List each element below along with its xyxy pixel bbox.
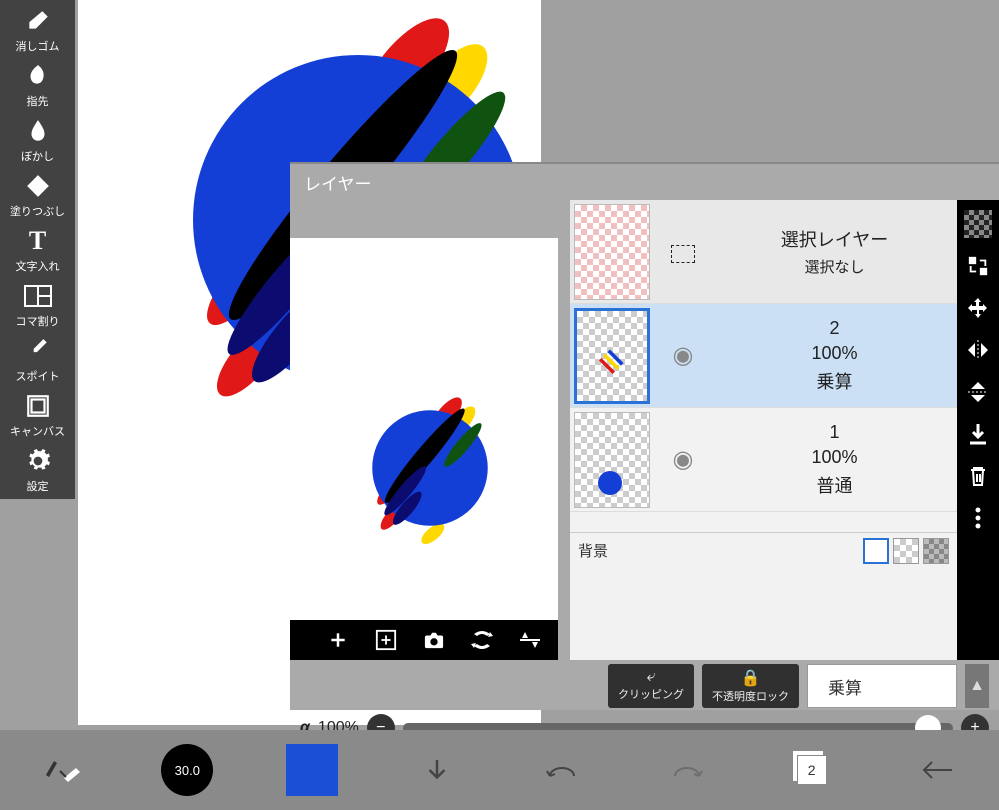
move-icon[interactable]	[964, 294, 992, 322]
layers-list: 選択レイヤー 選択なし ◉ 2 100% 乗算 ◉	[570, 200, 957, 660]
download-button[interactable]	[407, 740, 467, 800]
undo-button[interactable]	[532, 740, 592, 800]
redo-button[interactable]	[657, 740, 717, 800]
blend-mode-value: 乗算	[828, 674, 862, 699]
layer-1-blend: 普通	[817, 472, 853, 498]
brush-eraser-toggle[interactable]	[32, 740, 92, 800]
tool-text-label: 文字入れ	[16, 258, 60, 274]
mirror-v-icon[interactable]	[964, 378, 992, 406]
transform-icon[interactable]	[964, 252, 992, 280]
eyedropper-icon	[22, 335, 54, 367]
layer-1-name: 1	[829, 422, 839, 443]
canvas-icon	[22, 390, 54, 422]
layer-2-blend: 乗算	[817, 368, 853, 394]
clipping-icon: ⤶	[647, 668, 656, 686]
back-button[interactable]	[907, 740, 967, 800]
tool-eraser-label: 消しゴム	[16, 38, 60, 54]
eraser-icon	[22, 5, 54, 37]
camera-button[interactable]	[420, 626, 448, 654]
background-label: 背景	[578, 540, 608, 561]
bucket-icon	[22, 170, 54, 202]
tool-eyedropper[interactable]: スポイト	[0, 332, 75, 387]
tool-smudge[interactable]: 指先	[0, 57, 75, 112]
tool-settings[interactable]: 設定	[0, 442, 75, 497]
left-toolbar: 消しゴム 指先 ぼかし 塗りつぶし T 文字入れ コマ割り スポイト キャンバス…	[0, 0, 75, 499]
delete-icon[interactable]	[964, 462, 992, 490]
layer-preview-column	[290, 200, 558, 660]
layer-1-opacity: 100%	[811, 447, 857, 468]
background-row: 背景	[570, 532, 957, 568]
bg-dark-swatch[interactable]	[923, 538, 949, 564]
visibility-icon[interactable]: ◉	[673, 445, 694, 474]
layer-row-1[interactable]: ◉ 1 100% 普通	[570, 408, 957, 512]
layer-2-opacity: 100%	[811, 343, 857, 364]
layer-side-toolbar	[957, 200, 999, 660]
brush-size-button[interactable]: 30.0	[157, 740, 217, 800]
layer-1-thumb	[574, 412, 650, 508]
layer-preview[interactable]	[290, 238, 558, 620]
selection-marquee-icon	[671, 245, 695, 263]
merge-down-icon[interactable]	[964, 420, 992, 448]
current-color-swatch	[286, 744, 338, 796]
layer-preview-toolbar	[290, 620, 558, 660]
brush-size-value: 30.0	[175, 763, 200, 778]
layer-count: 2	[808, 762, 816, 778]
transparency-icon[interactable]	[964, 210, 992, 238]
add-layer-button[interactable]	[324, 626, 352, 654]
flip-h-button[interactable]	[468, 626, 496, 654]
text-icon: T	[22, 225, 54, 257]
bottom-bar: 30.0 2	[0, 730, 999, 810]
tool-fill[interactable]: 塗りつぶし	[0, 167, 75, 222]
tool-frame[interactable]: コマ割り	[0, 277, 75, 332]
bg-transparent-swatch[interactable]	[893, 538, 919, 564]
opacity-lock-label: 不透明度ロック	[712, 688, 789, 704]
tool-blur-label: ぼかし	[21, 148, 54, 164]
selection-layer-thumb	[574, 204, 650, 300]
selection-layer-row[interactable]: 選択レイヤー 選択なし	[570, 200, 957, 304]
tool-blur[interactable]: ぼかし	[0, 112, 75, 167]
tool-fill-label: 塗りつぶし	[10, 203, 65, 219]
selection-layer-title: 選択レイヤー	[781, 226, 888, 252]
layer-row-2[interactable]: ◉ 2 100% 乗算	[570, 304, 957, 408]
frame-icon	[22, 280, 54, 312]
preview-artwork	[290, 238, 558, 620]
opacity-lock-button[interactable]: 🔒 不透明度ロック	[702, 664, 799, 708]
blend-dropdown-icon[interactable]: ▲	[965, 664, 989, 708]
clipping-button[interactable]: ⤶ クリッピング	[608, 664, 694, 708]
layer-panel: レイヤー	[290, 162, 999, 710]
layer-2-name: 2	[829, 318, 839, 339]
add-special-layer-button[interactable]	[372, 626, 400, 654]
blend-mode-select[interactable]: 乗算	[807, 664, 957, 708]
tool-eyedropper-label: スポイト	[16, 368, 60, 384]
clipping-label: クリッピング	[618, 686, 684, 702]
layer-panel-title: レイヤー	[290, 162, 999, 200]
tool-settings-label: 設定	[27, 478, 49, 494]
selection-layer-status: 選択なし	[804, 256, 864, 277]
lock-icon: 🔒	[741, 668, 761, 688]
bg-white-swatch[interactable]	[863, 538, 889, 564]
layer-2-thumb	[574, 308, 650, 404]
tool-smudge-label: 指先	[27, 93, 49, 109]
droplet-icon	[22, 115, 54, 147]
tool-canvas[interactable]: キャンバス	[0, 387, 75, 442]
tool-text[interactable]: T 文字入れ	[0, 222, 75, 277]
tool-canvas-label: キャンバス	[10, 423, 65, 439]
layers-button[interactable]: 2	[782, 740, 842, 800]
mirror-h-icon[interactable]	[964, 336, 992, 364]
visibility-icon[interactable]: ◉	[673, 341, 694, 370]
gear-icon	[22, 445, 54, 477]
color-button[interactable]	[282, 740, 342, 800]
more-icon[interactable]	[964, 504, 992, 532]
tool-frame-label: コマ割り	[16, 313, 60, 329]
tool-eraser[interactable]: 消しゴム	[0, 2, 75, 57]
smudge-icon	[22, 60, 54, 92]
flip-v-button[interactable]	[516, 626, 544, 654]
